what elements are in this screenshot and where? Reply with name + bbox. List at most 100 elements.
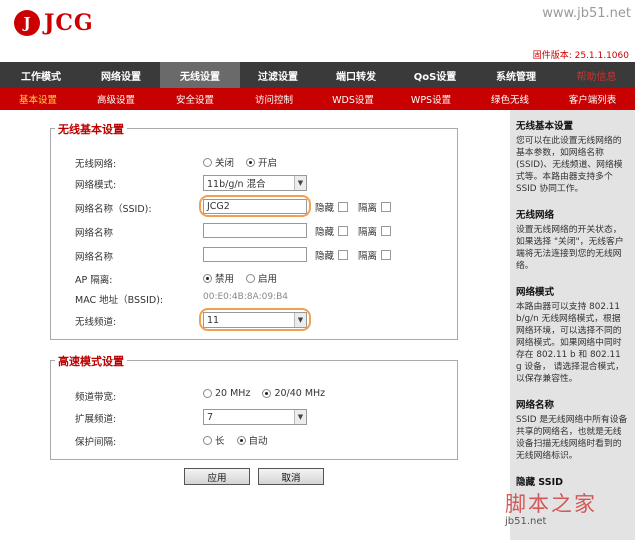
- wireless-on-option[interactable]: 开启: [246, 155, 277, 169]
- ssid-highlight: [199, 195, 311, 217]
- ssid1-hide-label: 隐藏: [315, 202, 335, 214]
- ext-channel-select[interactable]: 7 ▼: [203, 409, 307, 425]
- ssid3-hide-label: 隐藏: [315, 250, 335, 262]
- ssid2-label: 网络名称: [75, 228, 114, 239]
- subtab-advanced[interactable]: 高级设置: [76, 88, 156, 110]
- advanced-settings-title: 高速模式设置: [55, 353, 127, 369]
- ap-isolation-radio-group: 禁用 启用: [203, 271, 289, 285]
- ssid3-row: 隐藏 隔离: [203, 247, 392, 262]
- ssid2-row: 隐藏 隔离: [203, 223, 392, 238]
- guard-auto-radio[interactable]: [236, 435, 246, 445]
- mode-select-wrap: 11b/g/n 混合 ▼: [203, 175, 307, 191]
- help-sidebar: 无线基本设置 您可以在此设置无线网络的基本参数，如网络名称(SSID)、无线频道…: [510, 110, 635, 540]
- nav-help[interactable]: 帮助信息: [558, 62, 635, 88]
- ssid2-isolate-label: 隔离: [358, 226, 378, 238]
- help-block-hide-ssid: 隐藏 SSID: [516, 474, 629, 488]
- nav-work-mode[interactable]: 工作模式: [0, 62, 82, 88]
- ap-enable-text: 启用: [258, 274, 278, 285]
- content-area: 无线基本设置 无线网络: 关闭 开启 网络模式: 11b/g/n 混合 ▼ 网络…: [0, 110, 510, 540]
- guard-long-option[interactable]: 长: [203, 433, 225, 447]
- basic-settings-group: 无线基本设置 无线网络: 关闭 开启 网络模式: 11b/g/n 混合 ▼ 网络…: [50, 121, 458, 340]
- mac-label: MAC 地址（BSSID):: [75, 295, 164, 306]
- subtab-basic[interactable]: 基本设置: [0, 88, 76, 110]
- help-title-wireless: 无线网络: [516, 210, 555, 221]
- ssid2-input[interactable]: [203, 223, 307, 238]
- bandwidth-radio-group: 20 MHz 20/40 MHz: [203, 388, 337, 399]
- mode-value: 11b/g/n 混合: [207, 179, 266, 190]
- nav-wireless[interactable]: 无线设置: [160, 62, 240, 88]
- nav-port-forward[interactable]: 端口转发: [316, 62, 396, 88]
- mode-label: 网络模式:: [75, 180, 117, 191]
- bandwidth-label: 频道带宽:: [75, 392, 117, 403]
- brand-logo: J JCG: [14, 10, 94, 36]
- subtab-wds[interactable]: WDS设置: [314, 88, 392, 110]
- ap-enable-radio[interactable]: [246, 273, 256, 283]
- ssid1-isolate-label: 隔离: [358, 202, 378, 214]
- bw-40-radio[interactable]: [262, 389, 272, 398]
- help-block-basic: 无线基本设置 您可以在此设置无线网络的基本参数，如网络名称(SSID)、无线频道…: [516, 118, 629, 195]
- mac-value: 00:E0:4B:8A:09:B4: [203, 292, 289, 302]
- wireless-label: 无线网络:: [75, 159, 117, 170]
- nav-system[interactable]: 系统管理: [474, 62, 558, 88]
- ssid1-hide-checkbox[interactable]: [338, 201, 349, 212]
- ap-disable-radio[interactable]: [203, 273, 212, 283]
- watermark-url: www.jb51.net: [542, 6, 631, 21]
- wireless-off-text: 关闭: [215, 158, 235, 169]
- ext-channel-value: 7: [207, 411, 214, 423]
- bw-40-text: 20/40 MHz: [274, 388, 326, 399]
- subtab-access-control[interactable]: 访问控制: [234, 88, 314, 110]
- ssid-label: 网络名称（SSID):: [75, 204, 152, 215]
- help-text-wireless: 设置无线网络的开关状态，如果选择 "关闭"，无线客户端将无法连接到您的无线网络。: [516, 225, 624, 271]
- help-title-mode: 网络模式: [516, 287, 555, 298]
- site-watermark-big: 脚本之家: [505, 492, 597, 516]
- help-title-basic: 无线基本设置: [516, 121, 574, 132]
- ext-channel-select-wrap: 7 ▼: [203, 409, 307, 425]
- guard-auto-option[interactable]: 自动: [236, 433, 268, 447]
- chevron-down-icon: ▼: [294, 410, 306, 424]
- bw-20-option[interactable]: 20 MHz: [203, 388, 250, 399]
- guard-long-radio[interactable]: [203, 435, 212, 445]
- guard-auto-text: 自动: [248, 436, 268, 447]
- apply-button[interactable]: 应用: [184, 468, 250, 485]
- ssid3-input[interactable]: [203, 247, 307, 262]
- ssid3-isolate-checkbox[interactable]: [381, 249, 392, 260]
- basic-settings-title: 无线基本设置: [55, 121, 127, 137]
- nav-qos[interactable]: QoS设置: [396, 62, 474, 88]
- subtab-clients[interactable]: 客户端列表: [550, 88, 635, 110]
- advanced-settings-group: 高速模式设置 频道带宽: 20 MHz 20/40 MHz 扩展频道: 7 ▼ …: [50, 353, 458, 460]
- wireless-on-radio[interactable]: [246, 157, 256, 167]
- ssid2-isolate-checkbox[interactable]: [381, 225, 392, 236]
- subtab-wps[interactable]: WPS设置: [392, 88, 470, 110]
- nav-network[interactable]: 网络设置: [82, 62, 160, 88]
- logo-text: JCG: [44, 10, 94, 36]
- help-text-mode: 本路由器可以支持 802.11 b/g/n 无线网络模式，根据网络环境，可以选择…: [516, 302, 624, 384]
- ssid3-hide-checkbox[interactable]: [338, 249, 349, 260]
- ap-enable-option[interactable]: 启用: [246, 271, 277, 285]
- chevron-down-icon: ▼: [294, 176, 306, 190]
- subtab-green[interactable]: 绿色无线: [470, 88, 550, 110]
- ssid2-hide-label: 隐藏: [315, 226, 335, 238]
- cancel-button[interactable]: 取消: [258, 468, 324, 485]
- wireless-off-option[interactable]: 关闭: [203, 155, 234, 169]
- help-text-basic: 您可以在此设置无线网络的基本参数，如网络名称(SSID)、无线频道、网络模式等。…: [516, 136, 623, 194]
- guard-long-text: 长: [215, 436, 225, 447]
- help-text-ssid: SSID 是无线网络中所有设备共享的网络名，也就是无线设备扫描无线网络时看到的无…: [516, 415, 628, 461]
- wireless-off-radio[interactable]: [203, 157, 212, 167]
- ssid2-hide-checkbox[interactable]: [338, 225, 349, 236]
- ap-disable-option[interactable]: 禁用: [203, 271, 234, 285]
- mode-select[interactable]: 11b/g/n 混合 ▼: [203, 175, 307, 191]
- wireless-on-text: 开启: [258, 158, 278, 169]
- nav-filter[interactable]: 过滤设置: [240, 62, 316, 88]
- guard-radio-group: 长 自动: [203, 433, 280, 447]
- help-block-ssid: 网络名称 SSID 是无线网络中所有设备共享的网络名，也就是无线设备扫描无线网络…: [516, 397, 629, 462]
- firmware-version: 固件版本: 25.1.1.1060: [532, 51, 629, 61]
- sub-nav: 基本设置 高级设置 安全设置 访问控制 WDS设置 WPS设置 绿色无线 客户端…: [0, 88, 635, 110]
- subtab-security[interactable]: 安全设置: [156, 88, 234, 110]
- bw-20-radio[interactable]: [203, 389, 212, 398]
- channel-highlight: [199, 308, 311, 331]
- bw-40-option[interactable]: 20/40 MHz: [262, 388, 325, 399]
- help-block-mode: 网络模式 本路由器可以支持 802.11 b/g/n 无线网络模式，根据网络环境…: [516, 284, 629, 385]
- ssid3-label: 网络名称: [75, 252, 114, 263]
- ssid1-isolate-checkbox[interactable]: [381, 201, 392, 212]
- ap-disable-text: 禁用: [215, 274, 235, 285]
